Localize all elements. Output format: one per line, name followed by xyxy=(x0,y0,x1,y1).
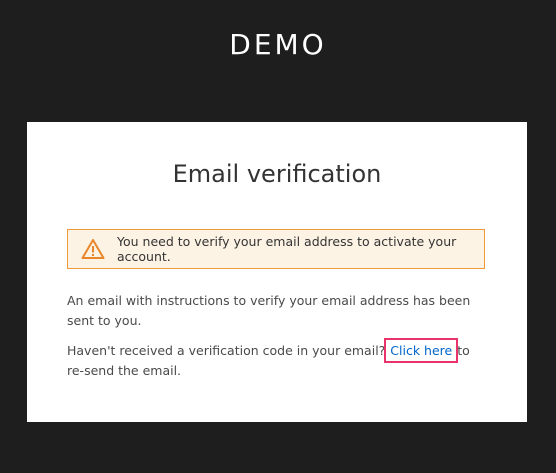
instructions-text: An email with instructions to verify you… xyxy=(67,293,471,328)
warning-alert: You need to verify your email address to… xyxy=(67,229,485,269)
resend-link[interactable]: Click here xyxy=(384,338,459,363)
alert-message: You need to verify your email address to… xyxy=(117,234,457,264)
verification-card: Email verification You need to verify yo… xyxy=(27,122,527,422)
page-title: Email verification xyxy=(172,160,382,188)
resend-prefix: Haven't received a verification code in … xyxy=(67,343,386,358)
resend-paragraph: Haven't received a verification code in … xyxy=(67,338,487,381)
warning-triangle-icon xyxy=(81,238,105,260)
brand-title: DEMO xyxy=(229,28,327,61)
